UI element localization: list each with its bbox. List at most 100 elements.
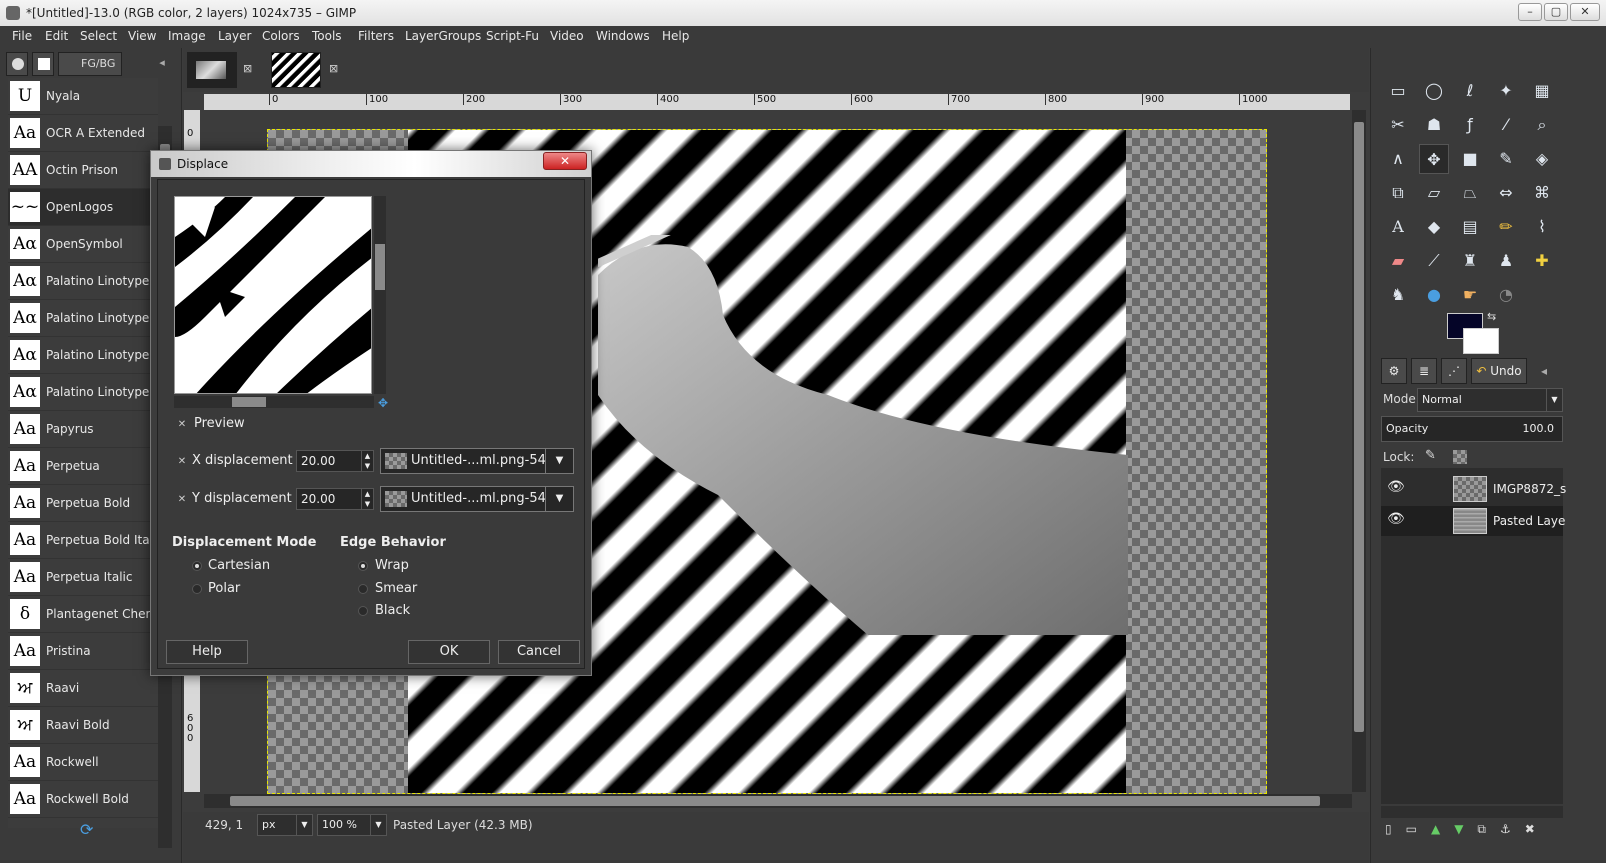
font-list-item[interactable]: Aα Palatino Linotype B: [8, 337, 158, 374]
canvas-h-scroll-thumb[interactable]: [230, 796, 1320, 806]
font-list-item[interactable]: ਅ Raavi Bold: [8, 707, 158, 744]
eraser-icon[interactable]: ▰: [1383, 246, 1413, 276]
y-map-select[interactable]: Untitled-...ml.png-54 ▼: [380, 486, 574, 512]
black-radio[interactable]: [358, 606, 368, 616]
unit-select[interactable]: px ▼: [257, 814, 313, 836]
font-list-item[interactable]: U Nyala: [8, 78, 158, 115]
maximize-button[interactable]: ▢: [1544, 3, 1568, 21]
menu-filters[interactable]: Filters: [358, 29, 394, 43]
channels-tab[interactable]: ⋰: [1441, 358, 1467, 384]
perspective-clone-icon[interactable]: ♞: [1383, 280, 1413, 310]
new-group-icon[interactable]: ▭: [1406, 822, 1431, 836]
fuzzy-select-icon[interactable]: ✦: [1491, 76, 1521, 106]
raise-layer-icon[interactable]: ▲: [1431, 822, 1454, 836]
preview-v-scroll-thumb[interactable]: [375, 244, 385, 290]
y-displacement-checkbox[interactable]: ✕: [176, 494, 188, 506]
lock-alpha-icon[interactable]: [1453, 450, 1467, 464]
lower-layer-icon[interactable]: ▼: [1454, 822, 1477, 836]
font-list-item[interactable]: Aa Perpetua Bold Italic: [8, 522, 158, 559]
polar-radio[interactable]: [192, 584, 202, 594]
pattern-tab[interactable]: [32, 52, 54, 76]
menu-video[interactable]: Video: [550, 29, 584, 43]
rotate-icon[interactable]: ◈: [1527, 144, 1557, 174]
smudge-icon[interactable]: ☛: [1455, 280, 1485, 310]
font-list-item[interactable]: Aa Papyrus: [8, 411, 158, 448]
menu-script-fu[interactable]: Script-Fu: [486, 29, 539, 43]
zoom-icon[interactable]: ⌕: [1527, 110, 1557, 140]
airbrush-icon[interactable]: ⟋: [1419, 246, 1449, 276]
font-list-item[interactable]: Aα Palatino Linotype It: [8, 374, 158, 411]
navigate-preview-icon[interactable]: ✥: [378, 396, 388, 410]
font-list-item[interactable]: ਅ Raavi: [8, 670, 158, 707]
menu-help[interactable]: Help: [662, 29, 689, 43]
help-button[interactable]: Help: [166, 640, 248, 664]
x-map-select[interactable]: Untitled-...ml.png-54 ▼: [380, 448, 574, 474]
opacity-slider[interactable]: Opacity 100.0: [1381, 416, 1563, 442]
image-tab-2[interactable]: [271, 52, 321, 88]
font-list-item[interactable]: AA Octin Prison: [8, 152, 158, 189]
anchor-layer-icon[interactable]: ⚓: [1500, 822, 1525, 836]
flip-icon[interactable]: ⇔: [1491, 178, 1521, 208]
align-icon[interactable]: ■: [1455, 144, 1485, 174]
cage-icon[interactable]: ⌘: [1527, 178, 1557, 208]
dock-menu-icon[interactable]: ◂: [152, 52, 172, 76]
font-list-item[interactable]: Aa Pristina: [8, 633, 158, 670]
new-layer-icon[interactable]: ▯: [1385, 822, 1406, 836]
paintbrush-icon[interactable]: ⌇: [1527, 212, 1557, 242]
background-color-swatch[interactable]: [1463, 328, 1499, 354]
image-tab-1[interactable]: [187, 52, 237, 88]
font-list-item[interactable]: Aα Palatino Linotype B: [8, 300, 158, 337]
crop-icon[interactable]: ✎: [1491, 144, 1521, 174]
measure-icon[interactable]: ∧: [1383, 144, 1413, 174]
lasso-icon[interactable]: ℓ: [1455, 76, 1485, 106]
gradient-icon[interactable]: ▤: [1455, 212, 1485, 242]
font-list-item[interactable]: Aα Palatino Linotype: [8, 263, 158, 300]
swap-colors-icon[interactable]: ⇆: [1487, 310, 1496, 323]
blur-icon[interactable]: ●: [1419, 280, 1449, 310]
font-list-item[interactable]: Aα OpenSymbol: [8, 226, 158, 263]
menu-colors[interactable]: Colors: [262, 29, 300, 43]
font-list-item[interactable]: Aa Rockwell: [8, 744, 158, 781]
canvas-horizontal-scrollbar[interactable]: [204, 794, 1352, 808]
menu-windows[interactable]: Windows: [596, 29, 650, 43]
brush-tab[interactable]: [6, 52, 28, 76]
ink-icon[interactable]: ♜: [1455, 246, 1485, 276]
canvas-vertical-scrollbar[interactable]: [1352, 110, 1366, 792]
layer-mode-select[interactable]: Normal ▼: [1417, 388, 1563, 412]
layers-h-scrollbar[interactable]: [1381, 806, 1563, 818]
color-select-icon[interactable]: ▦: [1527, 76, 1557, 106]
delete-layer-icon[interactable]: ✖: [1525, 822, 1549, 836]
font-list-item[interactable]: Aa Rockwell Bold: [8, 781, 158, 818]
color-picker-icon[interactable]: ⁄: [1491, 110, 1521, 140]
zoom-select[interactable]: 100 % ▼: [317, 814, 387, 836]
heal-icon[interactable]: ✚: [1527, 246, 1557, 276]
smear-radio[interactable]: [358, 584, 368, 594]
font-list-item[interactable]: Aa OCR A Extended: [8, 115, 158, 152]
preview-checkbox[interactable]: ✕: [176, 419, 188, 431]
ok-button[interactable]: OK: [408, 640, 490, 664]
paths-icon[interactable]: ƒ: [1455, 110, 1485, 140]
close-tab-2-icon[interactable]: ⊠: [329, 62, 338, 75]
spinner-arrows-icon[interactable]: ▲ ▼: [361, 451, 373, 471]
duplicate-layer-icon[interactable]: ⧉: [1477, 822, 1500, 836]
menu-file[interactable]: File: [12, 29, 32, 43]
menu-image[interactable]: Image: [168, 29, 206, 43]
perspective-icon[interactable]: ⏢: [1455, 178, 1485, 208]
preview-h-scroll-thumb[interactable]: [232, 397, 266, 407]
bucket-fill-icon[interactable]: ◆: [1419, 212, 1449, 242]
menu-layergroups[interactable]: LayerGroups: [405, 29, 481, 43]
close-window-button[interactable]: ✕: [1570, 3, 1600, 21]
pencil-icon[interactable]: ✏: [1491, 212, 1521, 242]
minimize-button[interactable]: –: [1518, 3, 1542, 21]
foreground-select-icon[interactable]: ☗: [1419, 110, 1449, 140]
layers-tab[interactable]: ≣: [1411, 358, 1437, 384]
wrap-radio[interactable]: [358, 561, 368, 571]
preview-h-scrollbar[interactable]: [174, 396, 374, 408]
scale-icon[interactable]: ⧉: [1383, 178, 1413, 208]
visibility-eye-icon[interactable]: 👁: [1387, 511, 1405, 527]
cancel-button[interactable]: Cancel: [498, 640, 580, 664]
y-displacement-spinner[interactable]: 20.00 ▲ ▼: [296, 488, 374, 510]
rect-select-icon[interactable]: ▭: [1383, 76, 1413, 106]
menu-view[interactable]: View: [128, 29, 156, 43]
close-tab-1-icon[interactable]: ⊠: [243, 62, 252, 75]
